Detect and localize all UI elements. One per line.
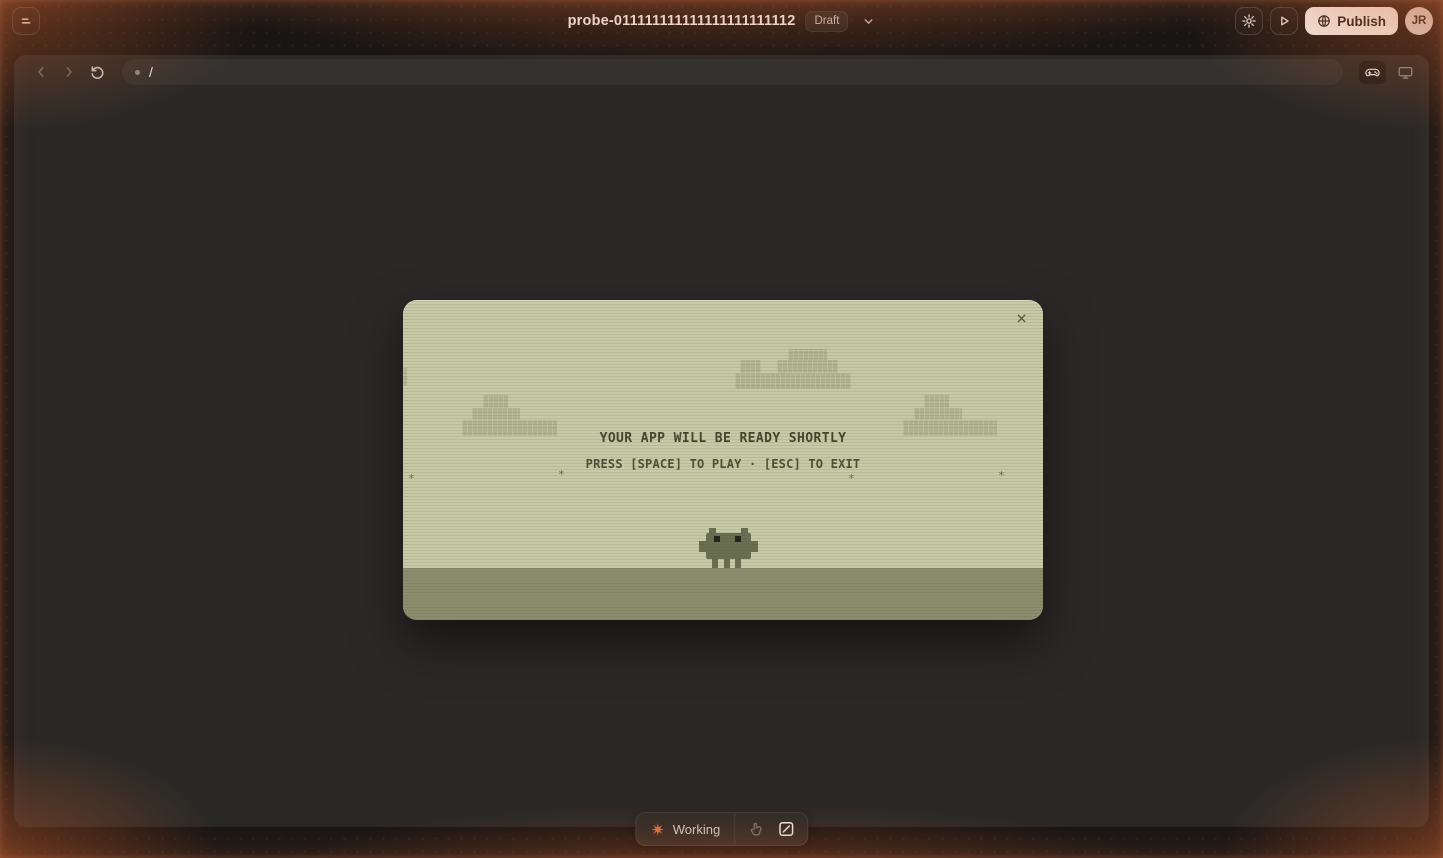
project-menu-button[interactable] bbox=[862, 15, 875, 28]
pixel-ground bbox=[403, 568, 1043, 620]
app-window: probe-011111111111111111111112 Draft Pub… bbox=[0, 0, 1443, 858]
refresh-button[interactable] bbox=[86, 61, 108, 83]
browser-toolbar: / bbox=[14, 55, 1429, 85]
publish-label: Publish bbox=[1337, 13, 1386, 29]
gamepad-icon bbox=[1364, 64, 1381, 81]
back-button[interactable] bbox=[30, 61, 52, 83]
avatar-initials: JR bbox=[1411, 15, 1427, 27]
status-badge: Draft bbox=[805, 10, 849, 32]
loading-instructions: PRESS [SPACE] TO PLAY · [ESC] TO EXIT bbox=[585, 457, 861, 471]
refresh-icon bbox=[89, 64, 106, 81]
cloud-fragment-left-edge bbox=[403, 368, 407, 386]
top-actions: Publish JR bbox=[1235, 7, 1433, 35]
publish-button[interactable]: Publish bbox=[1305, 7, 1398, 35]
play-icon bbox=[1277, 14, 1291, 28]
game-view-button[interactable] bbox=[1359, 60, 1386, 84]
monitor-icon bbox=[1397, 64, 1414, 81]
menu-icon bbox=[19, 14, 33, 28]
working-label: Working bbox=[672, 821, 721, 837]
url-bar[interactable]: / bbox=[122, 59, 1343, 85]
select-element-button[interactable] bbox=[743, 816, 769, 842]
loading-heading: YOUR APP WILL BE READY SHORTLY bbox=[599, 431, 847, 446]
top-bar: probe-011111111111111111111112 Draft Pub… bbox=[0, 0, 1443, 48]
menu-button[interactable] bbox=[12, 7, 40, 35]
status-toolbar: Working bbox=[634, 812, 809, 846]
forward-button[interactable] bbox=[58, 61, 80, 83]
star-glyph: * bbox=[848, 472, 855, 485]
chevron-down-icon bbox=[862, 15, 875, 28]
chevron-right-icon bbox=[61, 64, 77, 80]
star-glyph: * bbox=[998, 469, 1005, 482]
close-icon[interactable]: × bbox=[1012, 306, 1031, 332]
loading-game-modal: YOUR APP WILL BE READY SHORTLY PRESS [SP… bbox=[403, 300, 1043, 620]
url-status-dot bbox=[135, 69, 140, 75]
viewport-toggle-group bbox=[1359, 60, 1417, 84]
pointer-hand-icon bbox=[748, 821, 765, 838]
working-status: Working bbox=[636, 813, 734, 845]
settings-button[interactable] bbox=[1235, 7, 1264, 35]
url-path: / bbox=[149, 64, 153, 80]
edit-mode-button[interactable] bbox=[773, 816, 799, 842]
spark-icon bbox=[650, 822, 665, 837]
avatar[interactable]: JR bbox=[1405, 7, 1433, 35]
globe-icon bbox=[1317, 14, 1331, 28]
status-tools bbox=[735, 813, 807, 845]
star-glyph: * bbox=[408, 472, 415, 485]
square-slash-icon bbox=[777, 820, 795, 838]
project-title-group: probe-011111111111111111111112 Draft bbox=[568, 0, 876, 42]
gear-icon bbox=[1241, 13, 1257, 29]
run-preview-button[interactable] bbox=[1270, 7, 1299, 35]
desktop-view-button[interactable] bbox=[1393, 61, 1417, 84]
chevron-left-icon bbox=[33, 64, 49, 80]
page-title: probe-011111111111111111111112 bbox=[567, 13, 796, 29]
